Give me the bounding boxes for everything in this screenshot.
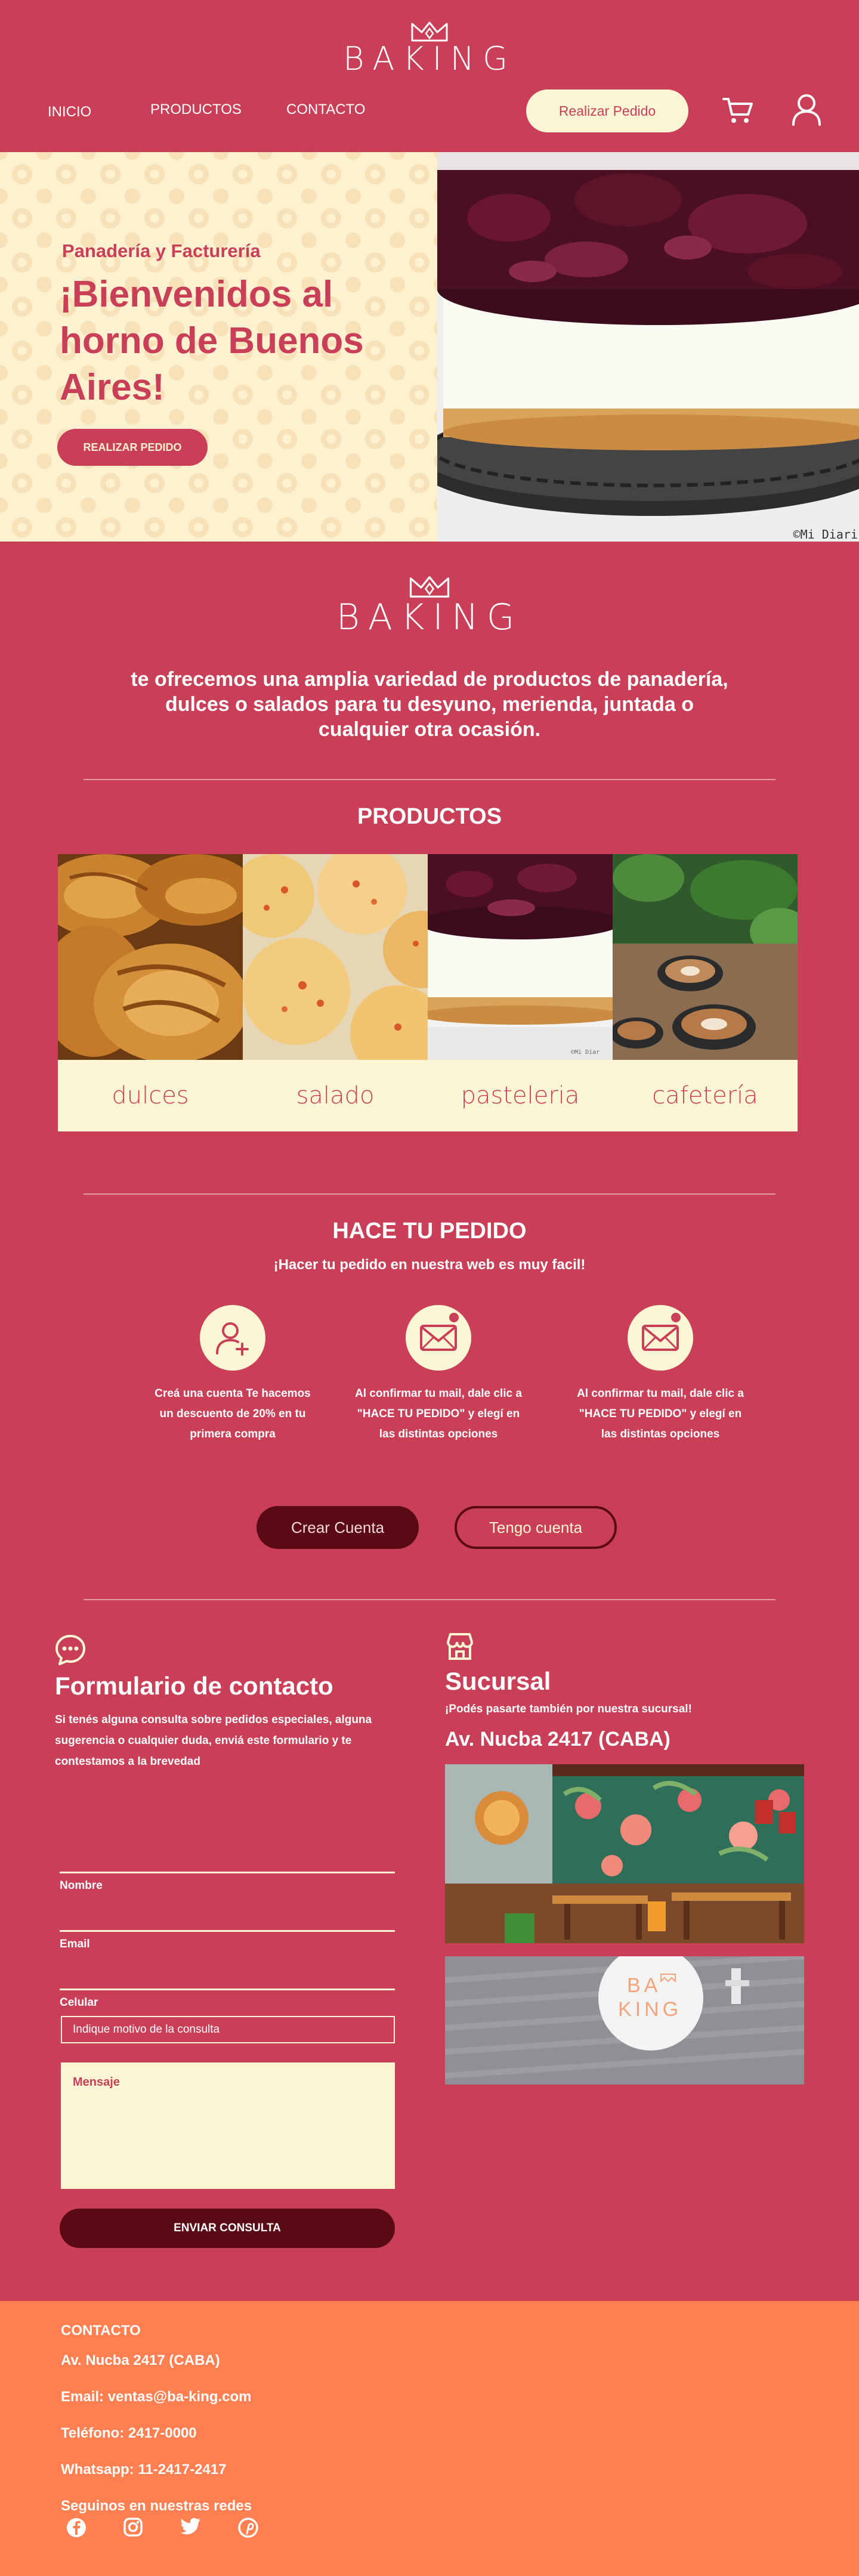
intro-section: BAKING te ofrecemos una amplia variedad …: [0, 542, 859, 780]
footer-social-heading: Seguinos en nuestras redes: [61, 2498, 252, 2514]
have-account-button[interactable]: Tengo cuenta: [455, 1506, 617, 1549]
branch-title: Sucursal: [445, 1667, 551, 1695]
reason-select[interactable]: Indique motivo de la consulta: [61, 2016, 395, 2043]
hero-cheesecake-image: ©Mi Diari: [437, 152, 859, 542]
product-label: salado: [296, 1082, 375, 1109]
user-icon[interactable]: [791, 92, 822, 126]
twitter-icon[interactable]: [180, 2517, 202, 2536]
sign-text-ba: BA: [627, 1974, 661, 1997]
field-label: Email: [60, 1938, 90, 1950]
product-label: dulces: [112, 1082, 189, 1109]
croissant-image: [58, 854, 243, 1060]
footer-whatsapp: Whatsapp: 11-2417-2417: [61, 2461, 227, 2478]
order-subtitle: ¡Hacer tu pedido en nuestra web es muy f…: [273, 1257, 586, 1273]
phone-field[interactable]: Celular: [60, 1989, 395, 2009]
branch-address: Av. Nucba 2417 (CABA): [445, 1728, 670, 1751]
contact-title: Formulario de contacto: [55, 1672, 333, 1700]
intro-text: te ofrecemos una amplia variedad de prod…: [131, 668, 728, 741]
brand-logo[interactable]: BAKING: [0, 20, 859, 75]
nav-contacto[interactable]: CONTACTO: [286, 101, 365, 118]
header-order-button[interactable]: Realizar Pedido: [526, 89, 688, 132]
brand-name: BAKING: [343, 40, 516, 78]
hero-order-button[interactable]: REALIZAR PEDIDO: [57, 429, 208, 466]
products-title: PRODUCTOS: [357, 804, 502, 829]
product-card-cafeteria[interactable]: cafetería: [613, 854, 798, 1131]
product-card-salado[interactable]: salado: [243, 854, 428, 1131]
pinterest-icon[interactable]: [237, 2517, 259, 2538]
step-text: Creá una cuenta Te hacemos un descuento …: [155, 1387, 311, 1440]
intro-logo: BAKING: [0, 574, 859, 635]
site-header: BAKING INICIO PRODUCTOS CONTACTO Realiza…: [0, 0, 859, 152]
cheesecake-image: ©Mi Diar: [428, 854, 613, 1060]
hero-title: ¡Bienvenidos al horno de Buenos Aires!: [60, 274, 364, 408]
product-label: pasteleria: [461, 1082, 580, 1109]
field-label: Celular: [60, 1996, 98, 2009]
hero-left-panel: Panadería y Facturería ¡Bienvenidos al h…: [0, 152, 437, 542]
sign-text-king: KING: [618, 1998, 682, 2021]
step-icon-circle: [628, 1305, 693, 1371]
branch-description: ¡Podés pasarte también por nuestra sucur…: [445, 1703, 692, 1715]
branch-interior-image: [445, 1764, 804, 1943]
image-credit: ©Mi Diari: [793, 527, 858, 542]
field-label: Nombre: [60, 1879, 103, 1892]
svg-text:©Mi Diar: ©Mi Diar: [571, 1049, 600, 1056]
create-account-button[interactable]: Crear Cuenta: [257, 1506, 419, 1549]
site-footer: CONTACTO Av. Nucba 2417 (CABA) Email: ve…: [0, 2301, 859, 2576]
footer-phone: Teléfono: 2417-0000: [61, 2425, 197, 2441]
mail-icon: [420, 1325, 457, 1351]
message-textarea[interactable]: Mensaje: [61, 2062, 395, 2189]
facebook-icon[interactable]: [66, 2517, 87, 2538]
send-inquiry-button[interactable]: ENVIAR CONSULTA: [60, 2209, 395, 2248]
instagram-icon[interactable]: [123, 2517, 143, 2537]
chat-bubble-icon: [55, 1635, 85, 1665]
email-field[interactable]: Email: [60, 1930, 395, 1951]
store-icon: [447, 1633, 473, 1660]
notification-dot: [447, 1311, 461, 1324]
mail-icon: [642, 1325, 679, 1351]
footer-address: Av. Nucba 2417 (CABA): [61, 2352, 220, 2368]
cart-icon[interactable]: [722, 95, 755, 125]
step-icon-circle: [406, 1305, 471, 1371]
nav-inicio[interactable]: INICIO: [48, 104, 91, 120]
order-section: HACE TU PEDIDO ¡Hacer tu pedido en nuest…: [0, 1195, 859, 1600]
field-underline: [60, 1930, 395, 1932]
products-section: PRODUCTOS dulces salado ©Mi Diar pastele…: [0, 780, 859, 1195]
name-field[interactable]: Nombre: [60, 1872, 395, 1892]
order-step-2: Al confirmar tu mail, dale clic a "HACE …: [355, 1305, 522, 1445]
step-icon-circle: [200, 1305, 265, 1371]
coffee-image: [613, 854, 798, 1060]
product-label: cafetería: [652, 1082, 758, 1109]
page: BAKING INICIO PRODUCTOS CONTACTO Realiza…: [0, 0, 859, 2576]
hero-section: Panadería y Facturería ¡Bienvenidos al h…: [0, 152, 859, 542]
hero-subtitle: Panadería y Facturería: [62, 240, 261, 261]
order-step-1: Creá una cuenta Te hacemos un descuento …: [149, 1305, 316, 1445]
order-step-3: Al confirmar tu mail, dale clic a "HACE …: [577, 1305, 744, 1445]
cheesecake-illustration: [437, 152, 859, 542]
notification-dot: [669, 1311, 682, 1324]
contact-description: Si tenés alguna consulta sobre pedidos e…: [55, 1714, 372, 1768]
add-user-icon: [216, 1322, 249, 1356]
product-card-dulces[interactable]: dulces: [58, 854, 243, 1131]
contact-section: Formulario de contacto Si tenés alguna c…: [0, 1600, 859, 2301]
order-title: HACE TU PEDIDO: [332, 1219, 527, 1244]
product-card-pasteleria[interactable]: ©Mi Diar pasteleria: [428, 854, 613, 1131]
intro-brand-name: BAKING: [336, 596, 523, 638]
step-text: Al confirmar tu mail, dale clic a "HACE …: [355, 1387, 522, 1440]
footer-heading: CONTACTO: [61, 2323, 141, 2339]
branch-sign-image: BA KING: [445, 1956, 804, 2085]
message-label: Mensaje: [73, 2076, 120, 2089]
products-grid: dulces salado ©Mi Diar pasteleria cafete…: [58, 854, 798, 1131]
footer-email[interactable]: Email: ventas@ba-king.com: [61, 2389, 252, 2405]
step-text: Al confirmar tu mail, dale clic a "HACE …: [577, 1387, 744, 1440]
nav-productos[interactable]: PRODUCTOS: [150, 101, 242, 118]
field-underline: [60, 1989, 395, 1990]
chipa-image: [243, 854, 428, 1060]
field-underline: [60, 1872, 395, 1873]
crown-icon: [409, 576, 450, 598]
